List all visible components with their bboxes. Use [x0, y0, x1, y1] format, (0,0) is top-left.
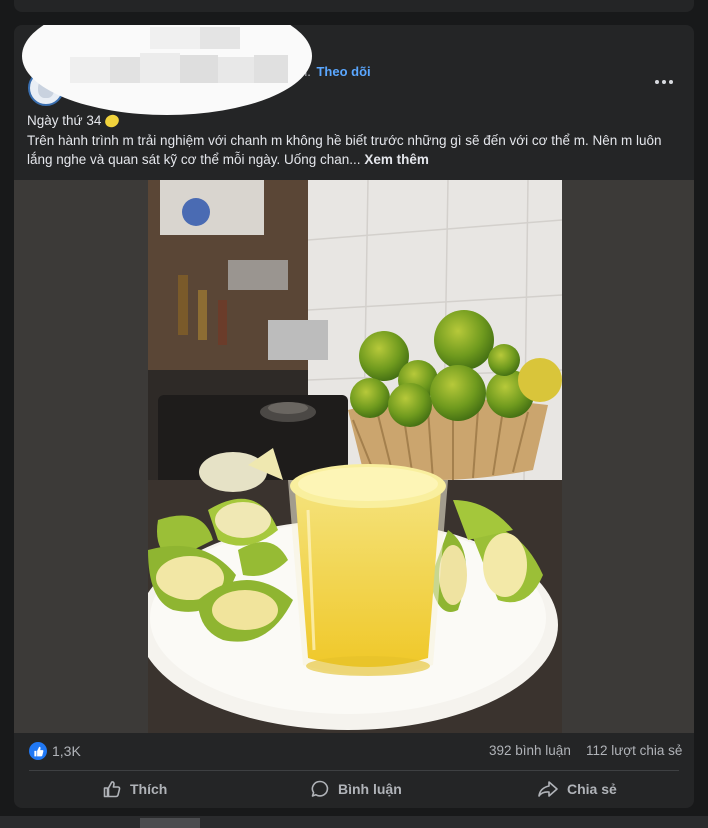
share-button[interactable]: Chia sẻ: [537, 772, 617, 806]
comment-button[interactable]: Bình luận: [310, 772, 402, 806]
next-post-edge: [0, 816, 708, 828]
redaction-pixel: [110, 57, 140, 83]
share-icon: [538, 781, 558, 797]
like-label: Thích: [130, 781, 168, 797]
post-body-text: Trên hành trình m trải nghiệm với chanh …: [27, 133, 662, 167]
lemon-icon: [103, 112, 122, 129]
reaction-count[interactable]: 1,3K: [52, 743, 81, 759]
like-reaction-icon[interactable]: [29, 742, 47, 760]
comment-label: Bình luận: [338, 781, 402, 797]
post-photo[interactable]: [148, 180, 562, 733]
redaction-pixel: [150, 27, 200, 49]
redaction-pixel: [218, 57, 254, 83]
comment-count[interactable]: 392 bình luận: [489, 743, 571, 758]
share-label: Chia sẻ: [567, 781, 617, 797]
share-count[interactable]: 112 lượt chia sẻ: [586, 743, 682, 758]
more-options-icon[interactable]: [650, 71, 678, 93]
redaction-pixel: [70, 57, 110, 83]
post-actions: Thích Bình luận Chia sẻ: [14, 772, 694, 806]
follow-button[interactable]: Theo dõi: [316, 64, 370, 79]
redaction-pixel: [200, 27, 240, 49]
see-more-link[interactable]: Xem thêm: [364, 152, 429, 167]
post-stats: 1,3K 392 bình luận 112 lượt chia sẻ: [14, 733, 694, 769]
thumbs-up-icon: [103, 781, 121, 798]
like-button[interactable]: Thích: [102, 772, 167, 806]
redaction-pixel: [254, 55, 288, 83]
redacted-author-name: [22, 25, 312, 115]
post-card: mới. Theo dõi Ngày thứ 34 Trên hành trìn…: [14, 25, 694, 808]
redaction-pixel: [180, 55, 218, 83]
comment-icon: [311, 780, 329, 797]
previous-post-edge: [14, 0, 694, 12]
post-media[interactable]: [14, 180, 694, 733]
post-title-text: Ngày thứ 34: [27, 113, 102, 128]
scroll-indicator: [140, 818, 200, 828]
redaction-pixel: [140, 53, 180, 83]
post-body: Trên hành trình m trải nghiệm với chanh …: [27, 131, 687, 169]
post-title: Ngày thứ 34: [27, 112, 122, 129]
lemon-juice-photo: [148, 180, 562, 733]
divider: [29, 770, 679, 771]
